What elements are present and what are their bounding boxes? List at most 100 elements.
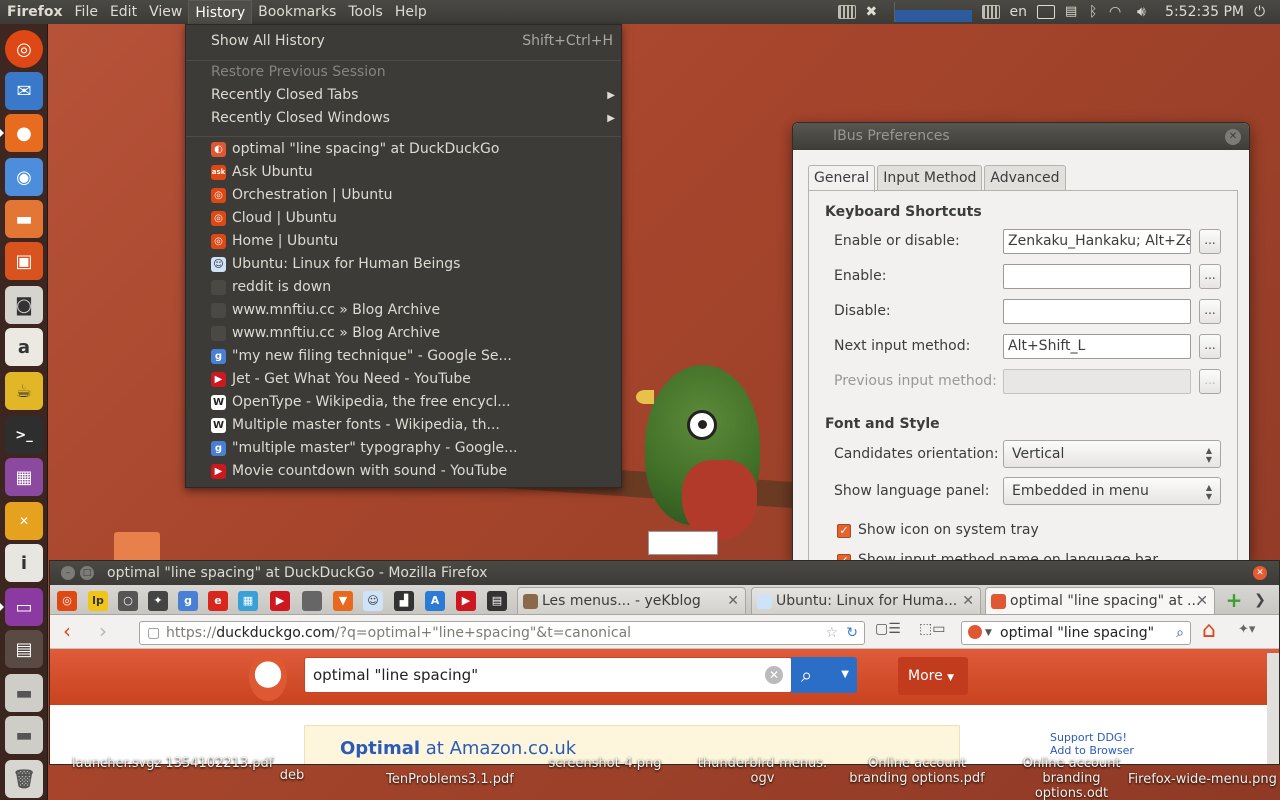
tray-icon-checkbox-label[interactable]: Show icon on system tray	[858, 522, 1039, 538]
back-icon[interactable]: ‹	[55, 620, 79, 644]
app-tab-youtube-icon-2[interactable]: ▶	[456, 591, 476, 611]
chromium-icon[interactable]: ◉	[5, 158, 43, 196]
desktop-file-label[interactable]: Firefox-wide-menu.png	[1128, 772, 1277, 787]
network-manager-icon[interactable]: ▤	[1065, 5, 1079, 19]
power-icon[interactable]: ⏻	[1254, 5, 1272, 19]
mail-icon[interactable]	[1037, 5, 1056, 19]
camera-icon[interactable]: ◙	[5, 286, 43, 324]
dropbox-icon[interactable]: ✖	[866, 5, 884, 19]
site-identity-icon[interactable]: ▢	[147, 622, 160, 644]
thunderbird-icon[interactable]: ✉	[5, 72, 43, 110]
tab-general[interactable]: General	[808, 165, 876, 192]
show-all-history-item[interactable]: Show All History Shift+Ctrl+H	[186, 30, 621, 53]
app-tab-reddit-icon[interactable]: ☺	[363, 591, 383, 611]
tray-icon-checkbox[interactable]: ✓	[837, 524, 851, 538]
desktop-file-label[interactable]: TenProblems3.1.pdf	[380, 772, 520, 787]
menu-edit[interactable]: Edit	[104, 0, 143, 24]
desktop-file-label[interactable]: Online account branding options.odt	[1004, 756, 1139, 800]
enable-disable-button[interactable]: ...	[1199, 229, 1221, 254]
tab-ubuntu[interactable]: Ubuntu: Linux for Huma... ✕	[751, 587, 981, 614]
tab-close-icon[interactable]: ✕	[962, 588, 974, 614]
tab-close-icon[interactable]: ✕	[1196, 588, 1208, 614]
app-tab-blank-icon[interactable]	[302, 591, 322, 611]
wifi-icon[interactable]: ◠	[1109, 5, 1127, 19]
app-tab-blue-icon[interactable]: ▦	[238, 591, 258, 611]
history-entry[interactable]: www.mnftiu.cc » Blog Archive	[186, 322, 621, 345]
desktop-document-icon[interactable]	[648, 531, 718, 555]
history-entry[interactable]: ◐ optimal "line spacing" at DuckDuckGo	[186, 138, 621, 161]
tab-advanced[interactable]: Advanced	[984, 165, 1066, 191]
video-editor-icon[interactable]: ▦	[5, 458, 43, 496]
url-bar[interactable]: ▢ https://duckduckgo.com/?q=optimal+"lin…	[139, 621, 865, 645]
home-icon[interactable]: ⌂	[1202, 618, 1216, 643]
app-tab-youtube-icon[interactable]: ▶	[270, 591, 290, 611]
tab-duckduckgo[interactable]: optimal "line spacing" at ... ✕	[985, 587, 1215, 614]
desktop-file-label[interactable]: launcher.svgz 1354102213.pdf	[72, 756, 273, 771]
disable-field[interactable]	[1003, 299, 1191, 324]
menu-view[interactable]: View	[143, 0, 188, 24]
ubuntu-icon[interactable]: ◎	[5, 30, 43, 68]
disable-button[interactable]: ...	[1199, 299, 1221, 324]
chat-icon[interactable]: ✕	[5, 502, 43, 540]
font-icon[interactable]: a	[5, 328, 43, 366]
app-tab-ubuntu-icon[interactable]: ◎	[57, 591, 77, 611]
tab-input-method[interactable]: Input Method	[877, 165, 983, 191]
drive-icon-2[interactable]: ▬	[5, 716, 43, 754]
terminal-icon[interactable]: >_	[5, 416, 43, 454]
app-tab-chart-icon[interactable]: ▟	[394, 591, 414, 611]
app-tab-film-icon[interactable]: ▤	[487, 591, 507, 611]
app-tab-e-icon[interactable]: e	[208, 591, 228, 611]
history-entry[interactable]: ◎ Home | Ubuntu	[186, 230, 621, 253]
duckduckgo-search-button[interactable]: ⌕ ▼	[791, 657, 857, 693]
app-tab-google-icon[interactable]: g	[178, 591, 198, 611]
history-entry[interactable]: W Multiple master fonts - Wikipedia, th..…	[186, 414, 621, 437]
keyboard-layout-label[interactable]: en	[1010, 4, 1028, 20]
desktop-file-label[interactable]: Online account branding options.pdf	[848, 756, 986, 786]
tab-close-icon[interactable]: ✕	[727, 588, 739, 614]
enable-button[interactable]: ...	[1199, 264, 1221, 289]
app-tab-circle-icon[interactable]: ○	[118, 591, 138, 611]
next-input-method-button[interactable]: ...	[1199, 334, 1221, 359]
clock[interactable]: 5:52:35 PM	[1165, 4, 1244, 20]
reader-icon[interactable]: ▢☰	[875, 621, 901, 637]
app-tab-a-icon[interactable]: A	[425, 591, 445, 611]
chevron-down-icon[interactable]: ▼	[841, 657, 849, 693]
system-monitor-icon[interactable]	[893, 2, 972, 22]
search-icon[interactable]: ⌕	[1176, 622, 1184, 644]
dialog-titlebar[interactable]: IBus Preferences ✕	[793, 123, 1249, 150]
history-entry[interactable]: reddit is down	[186, 276, 621, 299]
history-entry[interactable]: www.mnftiu.cc » Blog Archive	[186, 299, 621, 322]
history-entry[interactable]: g "multiple master" typography - Google..…	[186, 437, 621, 460]
app-tab-lp-icon[interactable]: lp	[88, 591, 108, 611]
menu-help[interactable]: Help	[389, 0, 433, 24]
drive-icon[interactable]: ▬	[5, 674, 43, 712]
history-entry[interactable]: ◎ Orchestration | Ubuntu	[186, 184, 621, 207]
window-icon[interactable]: ▤	[5, 630, 43, 668]
search-bar[interactable]: ▼ optimal "line spacing" ⌕	[961, 621, 1191, 645]
bookmark-star-icon[interactable]: ☆	[825, 622, 838, 644]
maximize-icon[interactable]: □	[80, 566, 94, 580]
new-tab-icon[interactable]: +	[1224, 590, 1244, 610]
screenshot-icon[interactable]: ⬚▭	[919, 621, 945, 637]
chevron-down-icon[interactable]: ▼	[985, 622, 992, 644]
tab-yekblog[interactable]: Les menus... - yeKblog ✕	[517, 587, 746, 614]
desktop-file-label[interactable]: thunderbird-menus. ogv	[690, 756, 835, 786]
desktop-folder-icon[interactable]	[114, 532, 160, 560]
close-icon[interactable]: ✕	[1225, 129, 1241, 145]
history-entry[interactable]: W OpenType - Wikipedia, the free encycl..…	[186, 391, 621, 414]
app-tab-orange-icon[interactable]: ▼	[333, 591, 353, 611]
forward-icon[interactable]: ›	[91, 620, 115, 644]
language-panel-select[interactable]: Embedded in menu ▲ ▼	[1003, 477, 1221, 505]
tab-list-icon[interactable]: ❯	[1250, 590, 1270, 610]
window-titlebar[interactable]: – □ optimal "line spacing" at DuckDuckGo…	[50, 561, 1279, 585]
history-entry[interactable]: ☺ Ubuntu: Linux for Human Beings	[186, 253, 621, 276]
clear-icon[interactable]: ✕	[765, 666, 783, 684]
duckduckgo-search-input[interactable]: optimal "line spacing" ✕	[304, 657, 792, 693]
recently-closed-windows-item[interactable]: Recently Closed Windows ▶	[186, 107, 621, 130]
keyboard-icon[interactable]	[837, 5, 856, 19]
bluetooth-icon[interactable]: ᛒ	[1089, 5, 1099, 19]
enable-disable-field[interactable]: Zenkaku_Hankaku; Alt+Zenk	[1003, 229, 1191, 254]
menu-bookmarks[interactable]: Bookmarks	[252, 0, 342, 24]
history-entry[interactable]: ▶ Movie countdown with sound - YouTube	[186, 460, 621, 483]
menu-history[interactable]: History	[188, 0, 253, 24]
